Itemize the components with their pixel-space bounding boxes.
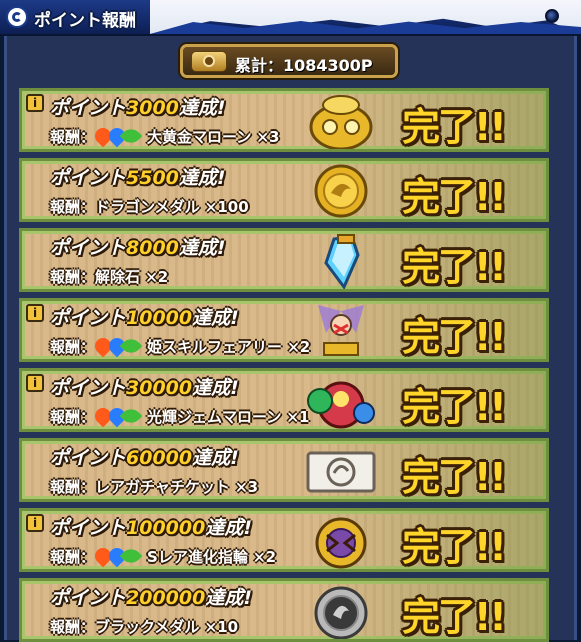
attribute-icons [91, 404, 145, 428]
achievement-prefix: ポイント [50, 97, 127, 119]
reward-label: 報酬： [50, 548, 96, 566]
complete-badge: 完了!! [402, 105, 507, 149]
achievement-title: ポイント100000達成! [50, 513, 252, 540]
complete-badge: 完了!! [402, 385, 507, 429]
achievement-title: ポイント60000達成! [50, 443, 239, 470]
gem-marron-icon [307, 381, 375, 429]
close-button[interactable] [545, 9, 559, 23]
reward-item: 姫スキルフェアリー ×2 [147, 338, 311, 356]
achievement-points: 100000 [126, 517, 206, 539]
reward-line: 報酬：レアガチャチケット ×3 [50, 476, 258, 497]
reward-item: 大黄金マローン ×3 [147, 128, 280, 146]
release-stone-icon [324, 234, 360, 289]
complete-badge: 完了!! [402, 245, 507, 289]
attribute-icons [91, 544, 145, 568]
achievement-prefix: ポイント [50, 587, 127, 609]
complete-badge: 完了!! [402, 455, 507, 499]
reward-row[interactable]: i ポイント3000達成! 報酬： 大黄金マローン ×3 完了!! [19, 88, 549, 152]
reward-label: 報酬： [50, 338, 96, 356]
reward-line: 報酬： Sレア進化指輪 ×2 [50, 544, 277, 568]
achievement-prefix: ポイント [50, 307, 127, 329]
achievement-suffix: 達成! [192, 377, 239, 399]
achievement-prefix: ポイント [50, 447, 127, 469]
achievement-title: ポイント10000達成! [50, 303, 239, 330]
achievement-title: ポイント3000達成! [50, 93, 226, 120]
reward-label: 報酬： [50, 478, 96, 496]
info-icon[interactable]: i [26, 304, 44, 322]
achievement-suffix: 達成! [192, 307, 239, 329]
swirl-icon [6, 6, 28, 28]
reward-item: レアガチャチケット ×3 [95, 478, 259, 496]
achievement-title: ポイント30000達成! [50, 373, 239, 400]
achievement-points: 10000 [126, 307, 193, 329]
reward-row[interactable]: i ポイント10000達成! 報酬： 姫スキルフェアリー ×2 完了!! [19, 298, 549, 362]
reward-line: 報酬：ドラゴンメダル ×100 [50, 196, 249, 217]
reward-line: 報酬： 光輝ジェムマローン ×1 [50, 404, 310, 428]
achievement-suffix: 達成! [205, 587, 253, 609]
achievement-suffix: 達成! [178, 97, 226, 119]
reward-row[interactable]: ポイント60000達成! 報酬：レアガチャチケット ×3 完了!! [19, 438, 549, 502]
achievement-title: ポイント8000達成! [50, 233, 226, 260]
achievement-suffix: 達成! [178, 167, 226, 189]
total-points-box: 累計：1084300P [180, 44, 398, 78]
achievement-points: 30000 [126, 377, 193, 399]
golden-marron-icon [309, 95, 373, 149]
black-medal-icon [314, 586, 368, 639]
total-points-label: 累計：1084300P [235, 56, 373, 75]
achievement-suffix: 達成! [205, 517, 253, 539]
achievement-points: 60000 [126, 447, 193, 469]
reward-row[interactable]: ポイント5500達成! 報酬：ドラゴンメダル ×100 完了!! [19, 158, 549, 222]
reward-item: ブラックメダル ×10 [95, 618, 239, 636]
reward-label: 報酬： [50, 128, 96, 146]
title-bar: ポイント報酬 [0, 0, 581, 36]
achievement-title: ポイント200000達成! [50, 583, 252, 610]
skill-fairy-icon [318, 305, 364, 356]
reward-item: ドラゴンメダル ×100 [95, 198, 249, 216]
reward-label: 報酬： [50, 198, 96, 216]
dragon-medal-icon [314, 164, 368, 218]
points-coin-icon [191, 51, 227, 72]
reward-label: 報酬： [50, 618, 96, 636]
complete-badge: 完了!! [402, 595, 507, 639]
complete-badge: 完了!! [402, 175, 507, 219]
attribute-icons [91, 124, 145, 148]
achievement-points: 5500 [126, 167, 179, 189]
info-icon[interactable]: i [26, 374, 44, 392]
reward-line: 報酬：ブラックメダル ×10 [50, 616, 238, 637]
reward-line: 報酬： 姫スキルフェアリー ×2 [50, 334, 311, 358]
info-icon[interactable]: i [26, 514, 44, 532]
page-title: ポイント報酬 [34, 11, 136, 31]
achievement-title: ポイント5500達成! [50, 163, 226, 190]
wood-attribute-icon [119, 544, 143, 568]
achievement-suffix: 達成! [192, 447, 239, 469]
reward-label: 報酬： [50, 268, 96, 286]
gacha-ticket-icon [306, 451, 376, 493]
attribute-icons [91, 334, 145, 358]
reward-line: 報酬：解除石 ×2 [50, 266, 168, 287]
complete-badge: 完了!! [402, 315, 507, 359]
reward-row[interactable]: ポイント8000達成! 報酬：解除石 ×2 完了!! [19, 228, 549, 292]
reward-item: 光輝ジェムマローン ×1 [147, 408, 310, 426]
reward-row[interactable]: i ポイント100000達成! 報酬： Sレア進化指輪 ×2 完了!! [19, 508, 549, 572]
reward-row[interactable]: ポイント200000達成! 報酬：ブラックメダル ×10 完了!! [19, 578, 549, 642]
reward-item: Sレア進化指輪 ×2 [147, 548, 277, 566]
info-icon[interactable]: i [26, 94, 44, 112]
complete-badge: 完了!! [402, 525, 507, 569]
reward-line: 報酬： 大黄金マローン ×3 [50, 124, 280, 148]
reward-item: 解除石 ×2 [95, 268, 169, 286]
achievement-prefix: ポイント [50, 517, 127, 539]
wood-attribute-icon [119, 404, 143, 428]
reward-row[interactable]: i ポイント30000達成! 報酬： 光輝ジェムマローン ×1 完了!! [19, 368, 549, 432]
achievement-points: 3000 [126, 97, 179, 119]
achievement-prefix: ポイント [50, 167, 127, 189]
wood-attribute-icon [119, 124, 143, 148]
achievement-points: 8000 [126, 237, 179, 259]
achievement-prefix: ポイント [50, 237, 127, 259]
achievement-points: 200000 [126, 587, 206, 609]
evolution-ring-icon [315, 517, 367, 569]
reward-label: 報酬： [50, 408, 96, 426]
achievement-prefix: ポイント [50, 377, 127, 399]
achievement-suffix: 達成! [178, 237, 226, 259]
wood-attribute-icon [119, 334, 143, 358]
